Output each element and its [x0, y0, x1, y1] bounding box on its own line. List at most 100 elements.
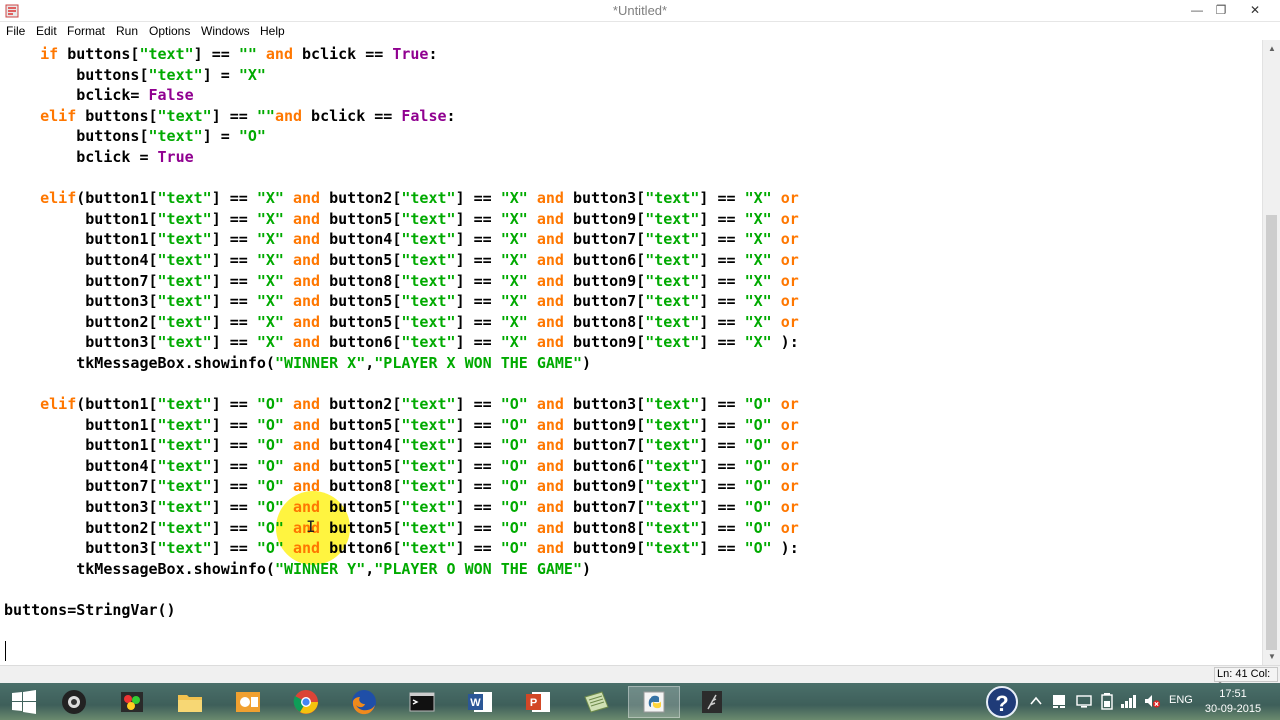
code-token: and	[536, 271, 564, 290]
notepad-icon	[584, 691, 609, 713]
scroll-up-arrow-icon[interactable]: ▲	[1263, 40, 1280, 57]
code-line[interactable]: button7["text"] == "X" and button8["text…	[4, 271, 798, 292]
vertical-scrollbar[interactable]: ▲ ▼	[1262, 40, 1280, 665]
menu-file[interactable]: File	[6, 24, 25, 38]
code-line[interactable]: button2["text"] == "O" and button5["text…	[4, 518, 799, 539]
code-line[interactable]: button1["text"] == "X" and button5["text…	[4, 209, 798, 230]
code-token: "O"	[256, 395, 284, 414]
code-line[interactable]	[4, 168, 799, 189]
code-token: :	[428, 45, 438, 63]
system-clock[interactable]: 17:51 30-09-2015	[1200, 687, 1266, 717]
language-indicator[interactable]: ENG	[1169, 694, 1193, 706]
battery-icon[interactable]	[1100, 692, 1114, 710]
code-line[interactable]: button3["text"] == "X" and button6["text…	[4, 332, 798, 353]
code-line[interactable]: bclick= False	[4, 85, 799, 106]
taskbar-firefox[interactable]	[338, 686, 390, 718]
code-text[interactable]: if buttons["text"] == "" and bclick == T…	[4, 44, 799, 662]
start-button[interactable]	[0, 686, 46, 718]
code-line[interactable]: elif buttons["text"] == ""and bclick == …	[4, 106, 799, 127]
code-line[interactable]: button1["text"] == "O" and button4["text…	[4, 435, 798, 456]
code-token: or	[780, 518, 799, 537]
code-line[interactable]: button3["text"] == "O" and button5["text…	[4, 497, 798, 518]
code-line[interactable]: button3["text"] == "O" and button6["text…	[4, 538, 798, 559]
code-token: and	[293, 415, 321, 434]
code-token: button5[	[320, 312, 402, 331]
code-line[interactable]: button2["text"] == "X" and button5["text…	[4, 312, 798, 333]
taskbar-python[interactable]	[628, 686, 680, 718]
code-line[interactable]: buttons["text"] = "X"	[4, 65, 799, 86]
code-line[interactable]	[4, 579, 799, 600]
code-token: "text"	[157, 498, 212, 517]
close-button[interactable]: ✕	[1242, 0, 1268, 20]
code-token: and	[536, 292, 564, 311]
code-token: "O"	[500, 477, 528, 496]
action-center-icon[interactable]	[1051, 693, 1067, 709]
code-token: "text"	[139, 45, 194, 63]
code-token: and	[293, 271, 321, 290]
code-token: ] ==	[193, 45, 239, 63]
network-signal-icon[interactable]	[1120, 693, 1138, 709]
code-token: "text"	[401, 292, 456, 311]
code-token: "X"	[500, 271, 528, 290]
code-token: "text"	[157, 477, 212, 496]
volume-muted-icon[interactable]	[1143, 693, 1161, 709]
code-editor[interactable]: if buttons["text"] == "" and bclick == T…	[0, 40, 1262, 665]
menu-format[interactable]: Format	[67, 24, 105, 38]
code-token: ] ==	[455, 230, 501, 249]
code-line[interactable]: button3["text"] == "X" and button5["text…	[4, 291, 798, 312]
minimize-button[interactable]: —	[1186, 0, 1208, 20]
taskbar-word[interactable]: W	[454, 686, 506, 718]
code-line[interactable]: bclick = True	[4, 147, 799, 168]
taskbar-paint[interactable]	[106, 686, 158, 718]
code-line[interactable]: button1["text"] == "O" and button5["text…	[4, 415, 798, 436]
code-token: "text"	[645, 189, 700, 208]
display-icon[interactable]	[1076, 693, 1092, 709]
maximize-button[interactable]: ❐	[1210, 0, 1232, 20]
code-token: ] ==	[211, 292, 257, 311]
menu-run[interactable]: Run	[116, 24, 138, 38]
code-line[interactable]: button4["text"] == "X" and button5["text…	[4, 250, 798, 271]
taskbar-cmd[interactable]	[396, 686, 448, 718]
code-token: and	[293, 477, 321, 496]
code-line[interactable]: elif(button1["text"] == "O" and button2[…	[4, 394, 799, 415]
menu-windows[interactable]: Windows	[201, 24, 250, 38]
taskbar-obs[interactable]	[48, 686, 100, 718]
taskbar-notepad[interactable]	[570, 686, 622, 718]
chevron-up-icon[interactable]	[1028, 693, 1044, 709]
python-icon	[643, 691, 665, 713]
code-line[interactable]	[4, 374, 799, 395]
code-line[interactable]: button4["text"] == "O" and button5["text…	[4, 456, 798, 477]
scrollbar-thumb[interactable]	[1266, 215, 1277, 650]
code-line[interactable]: buttons=StringVar()	[4, 600, 799, 621]
code-line[interactable]	[4, 641, 799, 662]
code-line[interactable]: tkMessageBox.showinfo("WINNER X","PLAYER…	[4, 353, 799, 374]
menu-help[interactable]: Help	[260, 24, 285, 38]
code-token: ] ==	[211, 395, 257, 414]
taskbar-explorer[interactable]	[164, 686, 216, 718]
code-line[interactable]: tkMessageBox.showinfo("WINNER Y","PLAYER…	[4, 559, 799, 580]
code-token: ] ==	[211, 518, 257, 537]
code-line[interactable]: button1["text"] == "X" and button4["text…	[4, 229, 798, 250]
code-line[interactable]: elif(button1["text"] == "X" and button2[…	[4, 188, 799, 209]
taskbar-powerpoint[interactable]: P	[512, 686, 564, 718]
code-line[interactable]	[4, 621, 799, 642]
code-line[interactable]: buttons["text"] = "O"	[4, 126, 799, 147]
menu-edit[interactable]: Edit	[36, 24, 57, 38]
code-line[interactable]: button7["text"] == "O" and button8["text…	[4, 476, 798, 497]
code-token: "WINNER X"	[274, 353, 366, 372]
taskbar-tkinter[interactable]	[686, 686, 738, 718]
menu-options[interactable]: Options	[149, 24, 190, 38]
code-token: ] ==	[455, 292, 501, 311]
code-token: ] ==	[455, 395, 501, 414]
code-line[interactable]: if buttons["text"] == "" and bclick == T…	[4, 44, 799, 65]
taskbar-chrome[interactable]	[280, 686, 332, 718]
taskbar-outlook[interactable]	[222, 686, 274, 718]
code-token: button9[	[563, 539, 646, 558]
code-token: button6[	[563, 456, 646, 475]
help-icon[interactable]: ?	[986, 686, 1018, 718]
code-token: and	[293, 312, 321, 331]
scroll-down-arrow-icon[interactable]: ▼	[1263, 648, 1280, 665]
